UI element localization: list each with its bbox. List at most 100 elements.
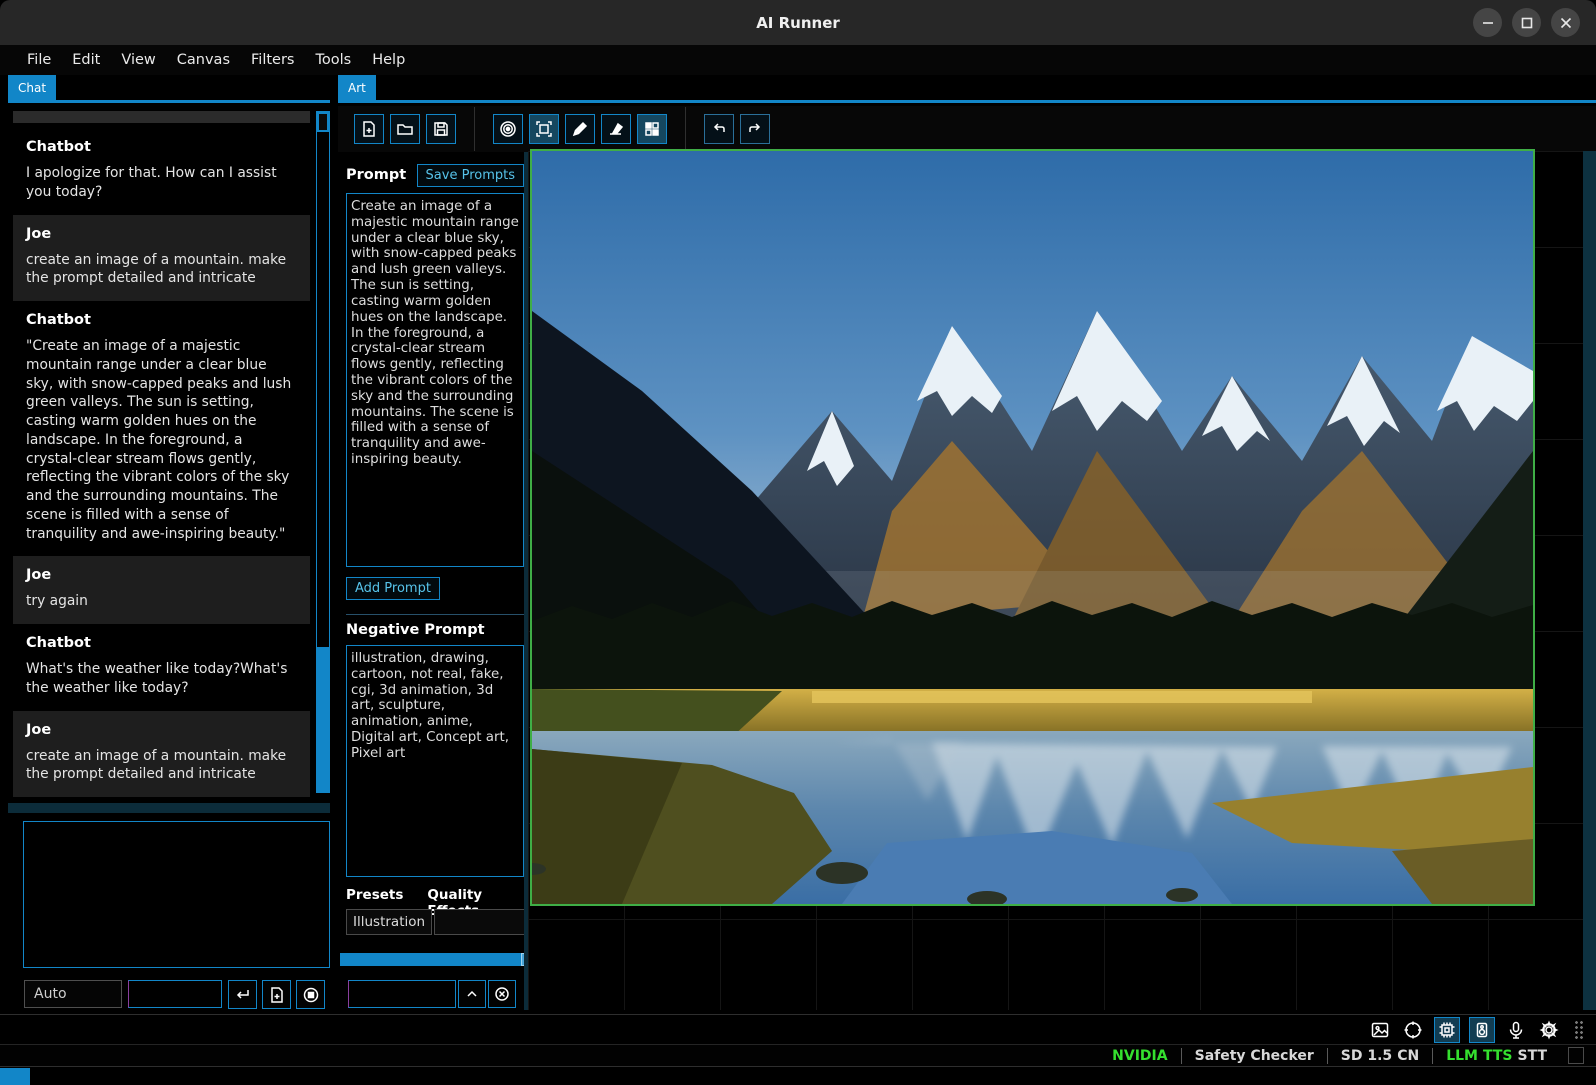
minimize-button[interactable] — [1473, 8, 1502, 37]
mountain-landscape — [518, 151, 1533, 907]
tab-art[interactable]: Art — [338, 75, 376, 100]
chevron-up-icon — [467, 990, 477, 997]
llm-toggle-button[interactable] — [1434, 1016, 1460, 1043]
status-nvidia: NVIDIA — [1112, 1047, 1168, 1064]
prompt-label: Prompt — [346, 167, 407, 183]
divider — [346, 614, 524, 615]
menu-file[interactable]: File — [27, 52, 51, 68]
status-stt: STT — [1517, 1047, 1547, 1064]
menu-canvas[interactable]: Canvas — [177, 52, 230, 68]
pencil-icon — [572, 121, 588, 137]
toolbar-separator — [474, 107, 475, 151]
status-sd-version: SD 1.5 — [1340, 1047, 1393, 1064]
crosshair-button[interactable] — [1401, 1018, 1425, 1042]
menu-tools[interactable]: Tools — [315, 52, 351, 68]
negative-prompt-textarea[interactable]: illustration, drawing, cartoon, not real… — [346, 645, 524, 877]
expand-button[interactable] — [458, 980, 486, 1008]
menu-view[interactable]: View — [121, 52, 155, 68]
folder-icon — [397, 124, 413, 135]
brush-tool-button[interactable] — [565, 114, 595, 144]
chat-scrollbar-handle[interactable] — [317, 647, 329, 792]
status-separator — [1326, 1047, 1328, 1064]
art-panel: Prompt Save Prompts Create an image of a… — [338, 100, 1596, 1010]
open-folder-button[interactable] — [390, 114, 420, 144]
chat-panel: Chatbot I apologize for that. How can I … — [8, 100, 330, 1009]
generate-input[interactable] — [348, 980, 456, 1008]
image-generator-button[interactable] — [1368, 1018, 1392, 1042]
selection-tool-button[interactable] — [529, 114, 559, 144]
status-controlnet: CN — [1397, 1047, 1420, 1064]
grid-tool-button[interactable] — [637, 114, 667, 144]
generate-row — [348, 980, 524, 1009]
chat-message-input[interactable] — [23, 821, 330, 968]
settings-button[interactable] — [1537, 1018, 1561, 1042]
chat-message: Joe create an image of a mountain. make … — [13, 214, 310, 301]
message-sender: Joe — [26, 567, 52, 584]
chat-splitter[interactable] — [8, 803, 330, 813]
message-text: create an image of a mountain. make the … — [26, 251, 287, 287]
chat-message-list: Chatbot I apologize for that. How can I … — [13, 128, 310, 798]
art-canvas[interactable] — [518, 149, 1596, 1010]
status-tts: TTS — [1482, 1047, 1513, 1064]
canvas-scroll-strip[interactable] — [1583, 151, 1596, 1010]
chat-scrollbar[interactable] — [316, 111, 330, 793]
status-separator — [1432, 1047, 1434, 1064]
message-sender: Chatbot — [26, 139, 91, 155]
redo-icon — [749, 123, 761, 132]
bottom-left-progress-chip — [0, 1068, 30, 1085]
send-button[interactable] — [228, 980, 257, 1009]
document-plus-icon — [363, 121, 375, 137]
record-button[interactable] — [296, 980, 325, 1009]
new-conversation-button[interactable] — [262, 980, 291, 1009]
message-sender: Chatbot — [26, 312, 91, 328]
chat-aux-input[interactable] — [128, 980, 222, 1008]
prompt-textarea[interactable]: Create an image of a majestic mountain r… — [346, 193, 524, 567]
titlebar: AI Runner — [0, 0, 1596, 45]
message-text: I apologize for that. How can I assist y… — [26, 165, 277, 200]
presets-select[interactable]: Illustration — [346, 909, 432, 935]
tts-toggle-button[interactable] — [1469, 1016, 1495, 1043]
chat-mode-select[interactable]: Auto — [24, 980, 122, 1008]
bottom-toolbar — [0, 1014, 1596, 1044]
stt-microphone-button[interactable] — [1504, 1018, 1528, 1042]
minimize-icon — [1482, 21, 1493, 24]
generated-image[interactable] — [518, 149, 1535, 907]
eraser-tool-button[interactable] — [601, 114, 631, 144]
tab-chat[interactable]: Chat — [8, 75, 57, 100]
cancel-circle-icon — [495, 987, 509, 1001]
gear-icon — [1539, 1019, 1559, 1040]
eraser-icon — [610, 122, 624, 135]
target-tool-button[interactable] — [493, 114, 523, 144]
undo-icon — [713, 123, 725, 132]
app-window: AI Runner File Edit View Canvas Filters … — [0, 0, 1596, 1085]
statusbar-size-grip[interactable] — [1568, 1047, 1584, 1064]
toolbar-grip-handle[interactable] — [1574, 1019, 1584, 1040]
status-separator — [1180, 1047, 1182, 1064]
menubar: File Edit View Canvas Filters Tools Help — [0, 45, 1596, 75]
menu-help[interactable]: Help — [372, 52, 405, 68]
chat-scrollbar-top[interactable] — [317, 112, 329, 132]
window-title: AI Runner — [756, 13, 840, 32]
redo-button[interactable] — [740, 114, 770, 144]
quality-effects-select[interactable] — [434, 909, 534, 935]
message-text: create an image of a mountain. make the … — [26, 747, 287, 783]
microphone-icon — [1509, 1021, 1523, 1039]
chat-input-row: Auto — [8, 980, 330, 1009]
save-button[interactable] — [426, 114, 456, 144]
message-text: "Create an image of a majestic mountain … — [26, 338, 292, 542]
close-button[interactable] — [1551, 8, 1580, 37]
undo-button[interactable] — [704, 114, 734, 144]
add-prompt-button[interactable]: Add Prompt — [346, 577, 440, 600]
chat-message: Joe create an image of a mountain. make … — [13, 710, 310, 797]
message-sender: Joe — [26, 721, 52, 738]
menu-edit[interactable]: Edit — [72, 52, 100, 68]
new-document-button[interactable] — [354, 114, 384, 144]
save-prompts-button[interactable]: Save Prompts — [416, 163, 524, 187]
menu-filters[interactable]: Filters — [251, 52, 294, 68]
cancel-generation-button[interactable] — [488, 980, 516, 1008]
target-icon — [500, 121, 516, 137]
generation-progress-bar — [340, 953, 530, 966]
maximize-button[interactable] — [1512, 8, 1541, 37]
record-icon — [303, 987, 318, 1002]
close-icon — [1560, 17, 1571, 28]
